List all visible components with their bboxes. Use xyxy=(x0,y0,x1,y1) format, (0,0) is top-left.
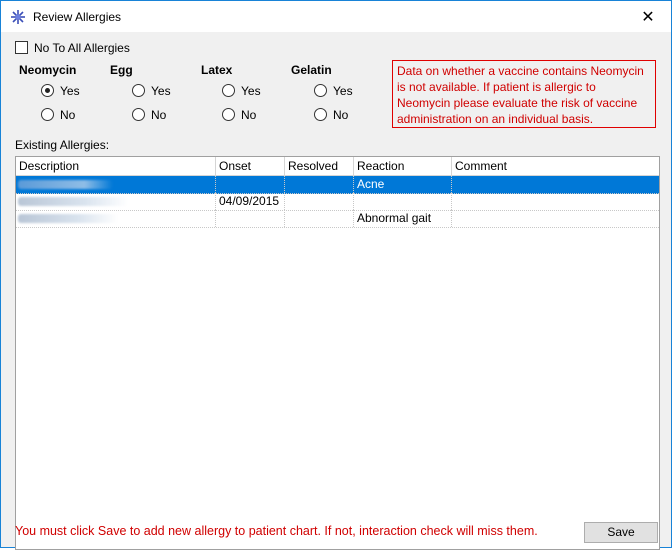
table-row[interactable]: Acne xyxy=(16,176,659,194)
cell-description xyxy=(16,193,216,210)
cell-reaction: Abnormal gait xyxy=(354,210,452,227)
egg-no-radio[interactable] xyxy=(132,108,145,121)
neomycin-yes-radio[interactable] xyxy=(41,84,54,97)
dialog-content: No To All Allergies Neomycin Yes No Egg … xyxy=(1,32,671,550)
no-to-all-checkbox[interactable] xyxy=(15,41,28,54)
latex-no-label: No xyxy=(241,108,257,122)
redacted-text xyxy=(18,180,113,189)
column-header-reaction[interactable]: Reaction xyxy=(354,157,452,175)
cell-resolved xyxy=(285,176,354,193)
column-header-resolved[interactable]: Resolved xyxy=(285,157,354,175)
gelatin-yes-radio[interactable] xyxy=(314,84,327,97)
save-button[interactable]: Save xyxy=(584,522,658,543)
egg-yes-radio[interactable] xyxy=(132,84,145,97)
gelatin-no-label: No xyxy=(333,108,349,122)
cell-reaction: Acne xyxy=(354,176,452,193)
column-header-onset[interactable]: Onset xyxy=(216,157,285,175)
cell-description xyxy=(16,210,216,227)
table-header: Description Onset Resolved Reaction Comm… xyxy=(16,157,659,176)
cell-onset: 04/09/2015 xyxy=(216,193,285,210)
latex-no-radio[interactable] xyxy=(222,108,235,121)
cell-onset xyxy=(216,210,285,227)
app-logo-icon xyxy=(10,9,26,25)
redacted-text xyxy=(18,197,128,206)
close-icon: ✕ xyxy=(641,8,655,26)
neomycin-warning-box: Data on whether a vaccine contains Neomy… xyxy=(392,60,656,128)
no-to-all-label: No To All Allergies xyxy=(34,41,130,55)
cell-description xyxy=(16,176,216,193)
egg-yes-label: Yes xyxy=(151,84,171,98)
group-title-egg: Egg xyxy=(110,63,133,77)
column-header-comment[interactable]: Comment xyxy=(452,157,659,175)
egg-no-label: No xyxy=(151,108,167,122)
latex-yes-label: Yes xyxy=(241,84,261,98)
gelatin-no-radio[interactable] xyxy=(314,108,327,121)
title-bar: Review Allergies ✕ xyxy=(1,1,671,32)
neomycin-yes-label: Yes xyxy=(60,84,80,98)
table-row[interactable]: 04/09/2015 xyxy=(16,193,659,211)
close-button[interactable]: ✕ xyxy=(625,1,671,32)
cell-onset xyxy=(216,176,285,193)
neomycin-no-label: No xyxy=(60,108,76,122)
group-title-latex: Latex xyxy=(201,63,233,77)
table-row[interactable]: Abnormal gait xyxy=(16,210,659,228)
cell-comment xyxy=(452,210,659,227)
cell-resolved xyxy=(285,193,354,210)
review-allergies-window: Review Allergies ✕ No To All Allergies N… xyxy=(0,0,672,550)
save-reminder-message: You must click Save to add new allergy t… xyxy=(15,524,538,538)
group-title-neomycin: Neomycin xyxy=(19,63,77,77)
allergies-table[interactable]: Description Onset Resolved Reaction Comm… xyxy=(15,156,660,550)
column-header-description[interactable]: Description xyxy=(16,157,216,175)
latex-yes-radio[interactable] xyxy=(222,84,235,97)
gelatin-yes-label: Yes xyxy=(333,84,353,98)
existing-allergies-label: Existing Allergies: xyxy=(15,138,110,152)
cell-reaction xyxy=(354,193,452,210)
neomycin-no-radio[interactable] xyxy=(41,108,54,121)
cell-comment xyxy=(452,176,659,193)
cell-comment xyxy=(452,193,659,210)
cell-resolved xyxy=(285,210,354,227)
group-title-gelatin: Gelatin xyxy=(291,63,332,77)
window-title: Review Allergies xyxy=(33,10,122,24)
redacted-text xyxy=(18,214,118,223)
